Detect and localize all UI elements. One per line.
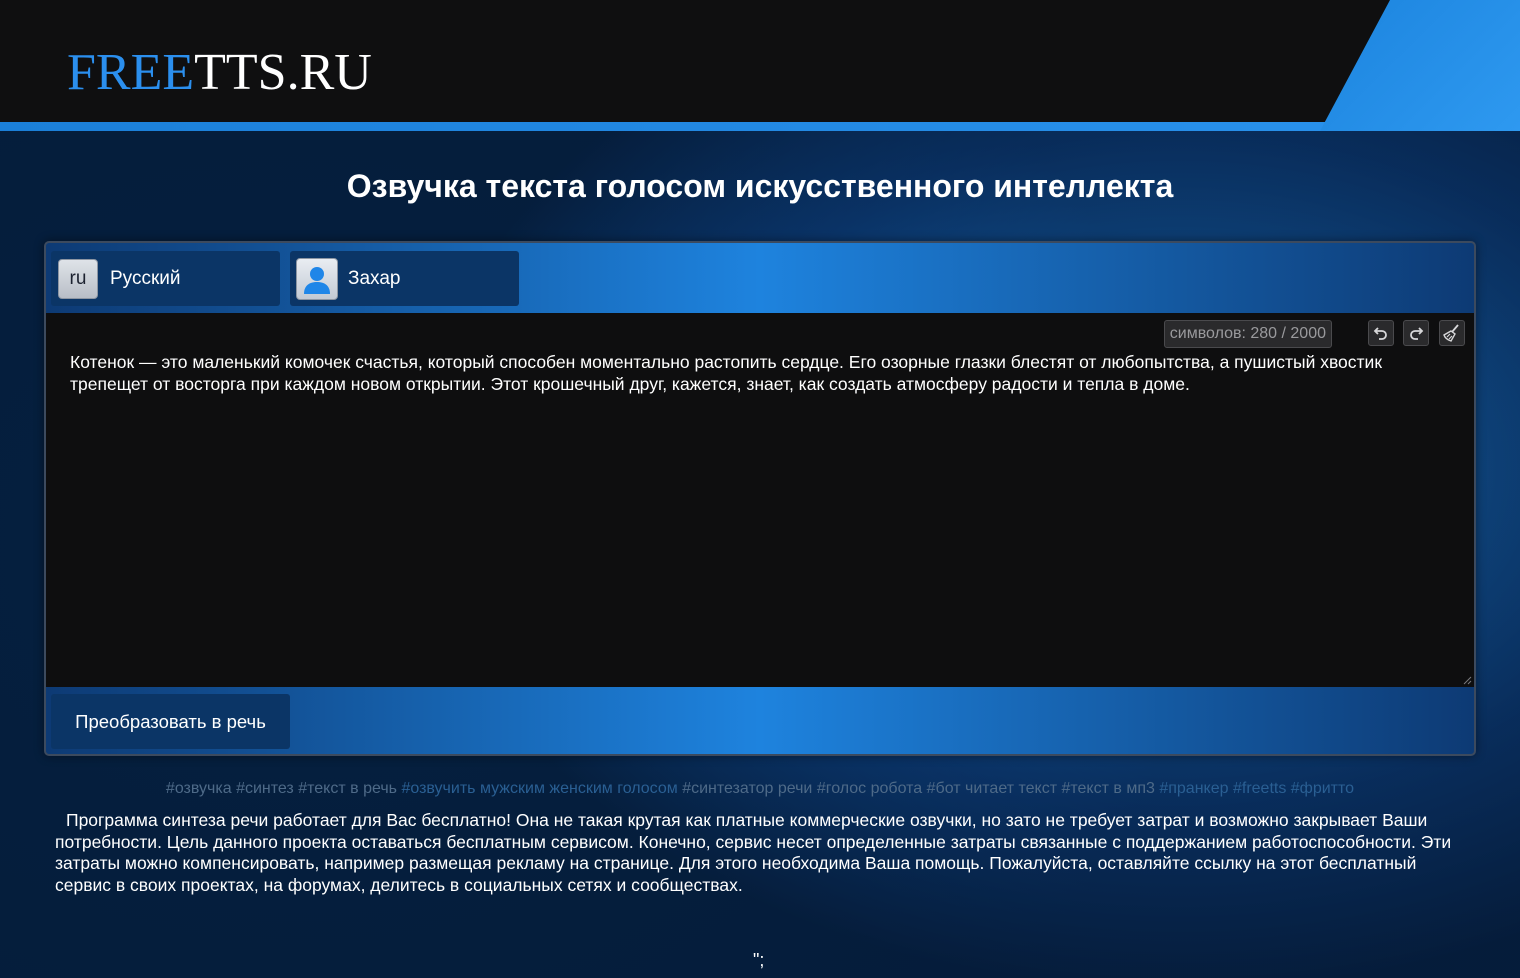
resize-grip-icon[interactable] <box>1462 675 1472 685</box>
undo-icon <box>1373 327 1387 340</box>
language-code-badge: ru <box>58 258 98 299</box>
tag-link[interactable]: #синтез <box>236 780 294 797</box>
broom-icon <box>1443 324 1459 342</box>
logo-part-tts: TTS.RU <box>194 44 372 101</box>
tts-text-input[interactable]: Котенок — это маленький комочек счастья,… <box>70 351 1440 395</box>
site-header: FREETTS.RU <box>0 0 1520 122</box>
text-editor[interactable]: символов: 280 / 2000 Котенок — это мален… <box>46 313 1474 687</box>
redo-icon <box>1410 327 1424 340</box>
tag-link[interactable]: #синтезатор речи <box>682 780 812 797</box>
tag-link[interactable]: #текст в мп3 <box>1061 780 1154 797</box>
undo-button[interactable] <box>1368 320 1394 346</box>
page-title: Озвучка текста голосом искусственного ин… <box>346 168 1174 204</box>
clear-text-button[interactable] <box>1439 320 1465 346</box>
tag-link[interactable]: #текст в речь <box>298 780 397 797</box>
redo-button[interactable] <box>1403 320 1429 346</box>
stray-text: "; <box>753 950 765 970</box>
tts-panel: ru Русский Захар символов: 280 / 2000 Ко… <box>44 241 1476 756</box>
tag-link[interactable]: #пранкер <box>1159 780 1228 797</box>
tag-cloud: #озвучка #синтез #текст в речь #озвучить… <box>0 779 1520 799</box>
tag-link[interactable]: #freetts <box>1233 780 1286 797</box>
service-description: Программа синтеза речи работает для Вас … <box>55 810 1452 895</box>
user-avatar-icon <box>296 257 338 300</box>
character-counter: символов: 280 / 2000 <box>1163 320 1332 348</box>
language-selector[interactable]: ru Русский <box>51 251 280 306</box>
header-stripe <box>0 122 1520 131</box>
tag-link[interactable]: #озвучка <box>166 780 232 797</box>
convert-to-speech-button[interactable]: Преобразовать в речь <box>51 694 290 749</box>
voice-label: Захар <box>348 267 401 289</box>
language-label: Русский <box>110 267 181 289</box>
tag-link[interactable]: #голос робота <box>817 780 922 797</box>
logo-part-free: FREE <box>67 44 195 101</box>
tag-link[interactable]: #озвучить мужским женским голосом <box>401 780 677 797</box>
site-logo[interactable]: FREETTS.RU <box>67 42 372 104</box>
voice-selector[interactable]: Захар <box>290 251 519 306</box>
user-silhouette-icon <box>304 266 330 294</box>
tag-link[interactable]: #фритто <box>1291 780 1354 797</box>
tag-link[interactable]: #бот читает текст <box>927 780 1057 797</box>
